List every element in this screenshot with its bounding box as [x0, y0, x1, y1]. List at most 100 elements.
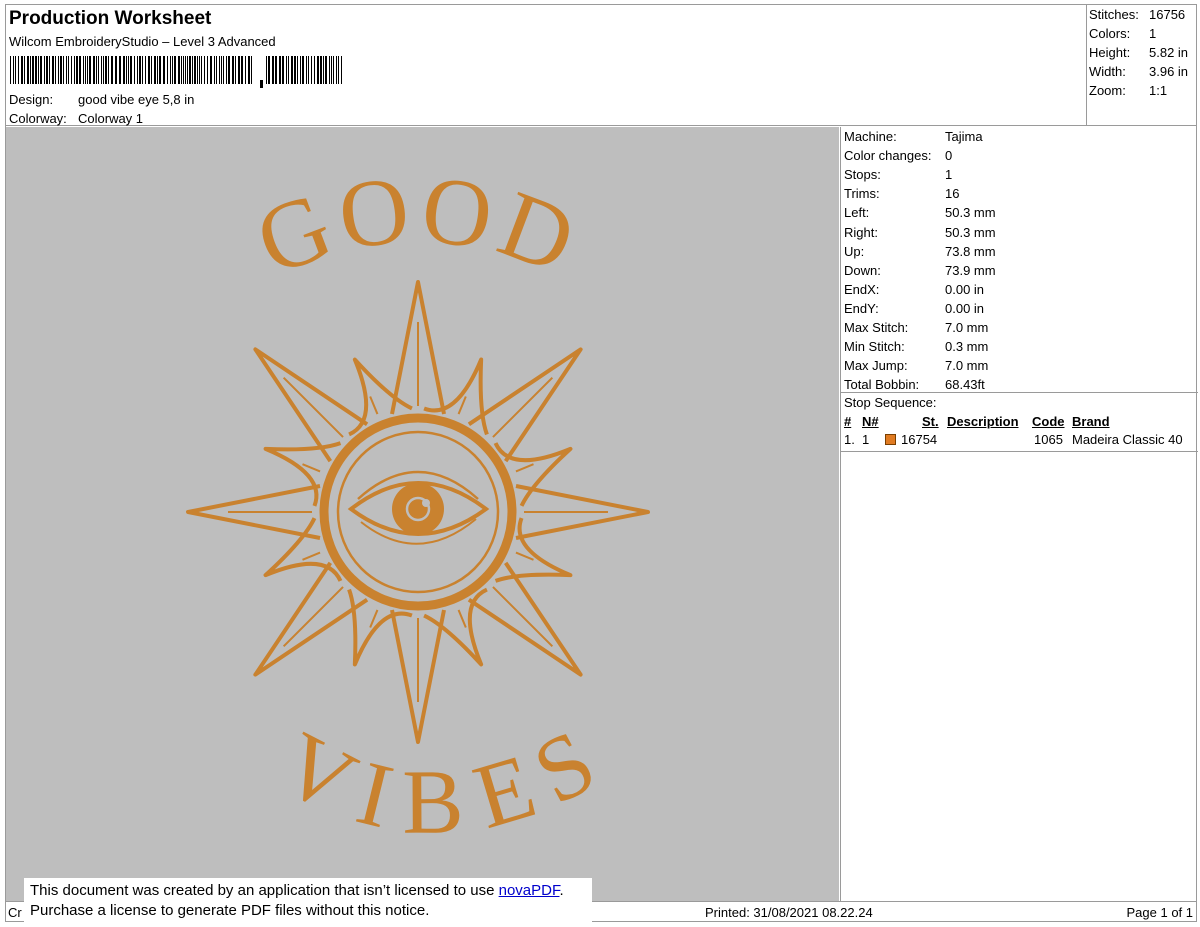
- zoom-value: 1:1: [1149, 83, 1168, 98]
- info-label: Right:: [844, 224, 878, 240]
- info-value: 73.8 mm: [945, 243, 996, 259]
- info-value: 1: [945, 167, 953, 183]
- row-needle: 1: [862, 432, 870, 447]
- row-code: 1065: [1034, 432, 1063, 447]
- col-code: Code: [1032, 414, 1065, 429]
- height-label: Height:: [1089, 45, 1131, 60]
- info-value: Tajima: [945, 129, 983, 144]
- info-row: Min Stitch: 0.3 mm: [844, 339, 988, 354]
- colorway-value: Colorway 1: [78, 111, 144, 126]
- design-preview: GOOD VIBES: [6, 127, 839, 901]
- info-value: 7.0 mm: [945, 358, 989, 374]
- license-notice: This document was created by an applicat…: [24, 878, 592, 922]
- info-row: EndX: 0.00 in: [844, 282, 984, 297]
- info-value: 0.00 in: [945, 281, 985, 297]
- col-needle: N#: [862, 414, 879, 429]
- notice-line-1: This document was created by an applicat…: [30, 881, 586, 901]
- info-label: Left:: [844, 205, 870, 221]
- info-row: Trims: 16: [844, 186, 959, 201]
- info-row: Left: 50.3 mm: [844, 205, 996, 220]
- row-stitches: 16754: [901, 432, 938, 447]
- zoom-label: Zoom:: [1089, 83, 1126, 98]
- info-value: 16: [945, 186, 960, 202]
- info-label: EndY:: [844, 300, 879, 316]
- stitches-row: Stitches: 16756: [1089, 7, 1185, 22]
- stop-sequence-title: Stop Sequence:: [844, 395, 937, 410]
- embroidery-design: GOOD VIBES: [186, 154, 650, 853]
- info-value: 7.0 mm: [945, 320, 989, 335]
- created-text: Cr: [8, 905, 22, 920]
- info-row: Color changes: 0: [844, 148, 952, 163]
- info-label: EndX:: [844, 281, 880, 297]
- info-value: 0.00 in: [945, 300, 985, 316]
- sun-ray-detail: [515, 463, 534, 473]
- info-label: Min Stitch:: [844, 339, 905, 355]
- zoom-row: Zoom: 1:1: [1089, 83, 1167, 98]
- divider: [841, 392, 1198, 393]
- row-num: 1.: [844, 432, 855, 447]
- colors-label: Colors:: [1089, 26, 1131, 41]
- colors-value: 1: [1149, 26, 1157, 41]
- info-row: Total Bobbin: 68.43ft: [844, 377, 985, 392]
- notice-text: This document was created by an applicat…: [30, 882, 499, 899]
- width-value: 3.96 in: [1149, 64, 1189, 79]
- height-row: Height: 5.82 in: [1089, 45, 1188, 60]
- novapdf-link[interactable]: novaPDF: [499, 882, 560, 899]
- barcode: [10, 56, 345, 89]
- thread-color-swatch: [885, 434, 896, 445]
- col-brand: Brand: [1072, 414, 1110, 429]
- table-row: 1. 1 16754 1065 Madeira Classic 40: [844, 432, 1196, 450]
- colorway-label: Colorway:: [9, 111, 67, 126]
- divider: [841, 451, 1198, 452]
- info-row: Machine: Tajima: [844, 129, 983, 144]
- height-value: 5.82 in: [1149, 45, 1189, 60]
- info-label: Down:: [844, 262, 881, 278]
- stop-sequence-header: # N# St. Description Code Brand: [844, 414, 1196, 432]
- sun-ray-detail: [302, 551, 321, 561]
- info-row: Down: 73.9 mm: [844, 263, 996, 278]
- design-text-vibes: VIBES: [266, 708, 615, 853]
- info-label: Trims:: [844, 186, 880, 202]
- info-value: 50.3 mm: [945, 224, 996, 240]
- notice-period: .: [559, 882, 564, 899]
- info-value: 73.9 mm: [945, 262, 996, 278]
- info-row: Max Jump: 7.0 mm: [844, 358, 988, 373]
- info-value: 68.43ft: [945, 377, 985, 393]
- worksheet-header: Production Worksheet Wilcom EmbroiderySt…: [5, 4, 1086, 126]
- sun-ray-detail: [457, 609, 467, 628]
- page-number: Page 1 of 1: [1126, 905, 1194, 920]
- info-label: Total Bobbin:: [844, 377, 920, 393]
- info-value: 50.3 mm: [945, 205, 996, 221]
- design-value: good vibe eye 5,8 in: [78, 92, 195, 107]
- software-name: Wilcom EmbroideryStudio – Level 3 Advanc…: [9, 34, 276, 49]
- info-value: 0: [945, 148, 953, 164]
- machine-info-panel: Machine: Tajima Color changes: 0 Stops: 1 Trim…: [840, 127, 1198, 901]
- row-brand: Madeira Classic 40: [1072, 432, 1183, 447]
- col-description: Description: [947, 414, 1019, 429]
- printed-timestamp: Printed: 31/08/2021 08.22.24: [705, 905, 873, 920]
- info-label: Max Stitch:: [844, 320, 909, 335]
- info-label: Machine:: [844, 129, 897, 144]
- info-row: EndY: 0.00 in: [844, 301, 984, 316]
- width-label: Width:: [1089, 64, 1126, 79]
- width-row: Width: 3.96 in: [1089, 64, 1188, 79]
- info-label: Up:: [844, 243, 865, 259]
- design-text-good: GOOD: [242, 154, 594, 296]
- info-label: Max Jump:: [844, 358, 908, 374]
- page-title: Production Worksheet: [9, 8, 212, 29]
- barcode-graphic: [10, 56, 342, 88]
- info-row: Right: 50.3 mm: [844, 225, 996, 240]
- design-label: Design:: [9, 92, 54, 107]
- colorway-row: Colorway: Colorway 1: [9, 111, 143, 126]
- col-num: #: [844, 414, 852, 429]
- sun-ray-detail: [369, 396, 379, 415]
- notice-line-2: Purchase a license to generate PDF files…: [30, 902, 430, 919]
- info-row: Up: 73.8 mm: [844, 244, 996, 259]
- info-value: 0.3 mm: [945, 339, 989, 355]
- stats-box: Stitches: 16756 Colors: 1 Height: 5.82 in W…: [1086, 4, 1197, 126]
- info-row: Stops: 1: [844, 167, 952, 182]
- col-stitches: St.: [922, 414, 939, 429]
- stitches-label: Stitches:: [1089, 7, 1139, 22]
- info-label: Color changes:: [844, 148, 932, 164]
- eye-icon: [347, 470, 490, 545]
